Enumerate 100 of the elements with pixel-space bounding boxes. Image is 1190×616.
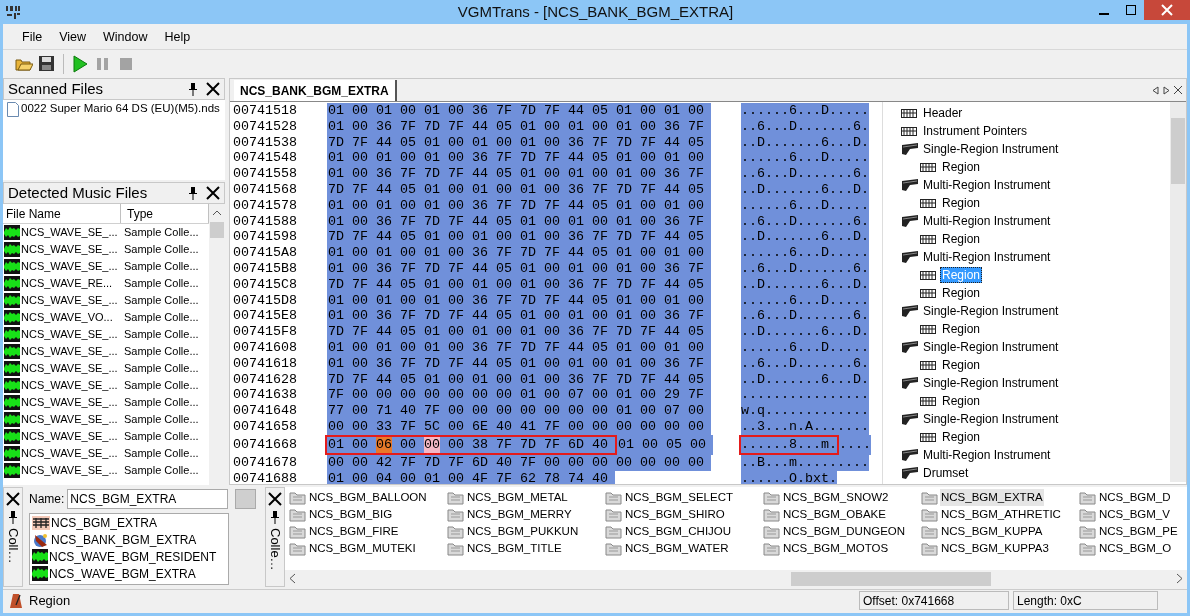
table-cell[interactable]: NCS_WAVE_SE_... [21,224,118,241]
tree-item[interactable]: Multi-Region Instrument [921,213,1053,229]
hex-byte[interactable]: 01 [519,166,543,182]
hex-byte[interactable]: 05 [591,103,615,119]
hex-byte[interactable]: 00 [567,403,591,419]
hex-byte[interactable]: 05 [495,166,519,182]
tree-item[interactable]: Multi-Region Instrument [921,447,1053,463]
hex-byte[interactable]: 01 [519,324,543,340]
hex-byte[interactable]: 7F [495,103,519,119]
column-header[interactable]: File Name [3,204,121,223]
list-item[interactable]: NCS_BGM_EXTRA [940,488,1044,507]
tree-item[interactable]: Single-Region Instrument [921,375,1061,391]
list-item[interactable]: NCS_BGM_BALLOON [308,488,428,507]
hex-byte[interactable]: 07 [663,403,687,419]
hex-byte[interactable]: 7F [543,436,567,453]
hex-byte[interactable]: 05 [687,229,711,246]
hex-byte[interactable]: 7D [327,229,351,246]
tree-item[interactable]: Instrument Pointers [921,123,1030,139]
hex-byte[interactable]: 00 [591,308,615,325]
hex-byte[interactable]: 00 [447,403,471,419]
tab-left-icon[interactable] [1152,85,1159,95]
hex-byte[interactable]: 77 [327,403,351,419]
hex-byte[interactable]: 36 [663,166,687,182]
hex-byte[interactable]: 7F [687,166,711,182]
list-item[interactable]: NCS_BGM_O [1098,539,1173,558]
list-item[interactable]: NCS_BGM_METAL [466,488,569,507]
hex-byte[interactable]: 00 [423,436,447,453]
hex-byte[interactable]: 7F [423,403,447,419]
hex-byte[interactable]: 01 [471,324,495,340]
hex-byte[interactable]: 01 [663,103,687,119]
hex-byte[interactable]: 00 [591,403,615,419]
hex-byte[interactable]: 29 [663,387,687,404]
hex-byte[interactable]: 00 [351,403,375,419]
hex-byte[interactable]: 01 [327,308,351,325]
hex-byte[interactable]: 00 [399,103,423,119]
hex-byte[interactable]: 01 [375,103,399,119]
close-icon[interactable] [1174,86,1182,94]
tree-item[interactable]: Single-Region Instrument [921,339,1061,355]
list-item[interactable]: NCS_WAVE_BGM_EXTRA [49,564,196,583]
hex-byte[interactable]: 00 [351,245,375,261]
hex-byte[interactable]: 00 [687,150,711,167]
hex-byte[interactable]: 40 [399,403,423,419]
hex-byte[interactable]: 00 [447,436,471,453]
hex-byte[interactable]: 36 [663,308,687,325]
table-cell[interactable]: NCS_WAVE_RE... [21,275,113,292]
hex-byte[interactable]: 00 [399,436,423,453]
hex-byte[interactable]: 7F [495,245,519,261]
table-cell[interactable]: NCS_WAVE_SE_... [21,360,118,377]
tree-item[interactable]: Multi-Region Instrument [921,177,1053,193]
hex-byte[interactable]: 7F [327,387,351,404]
hex-byte[interactable]: 6D [567,436,591,453]
hex-byte[interactable]: 01 [615,103,639,119]
hex-byte[interactable]: 7F [399,308,423,325]
list-item[interactable]: NCS_BGM_MOTOS [782,539,890,558]
hex-byte[interactable]: 00 [351,103,375,119]
hex-byte[interactable]: 00 [399,150,423,167]
hex-byte[interactable]: 44 [663,324,687,340]
hex-byte[interactable]: 36 [471,103,495,119]
table-cell[interactable]: NCS_WAVE_SE_... [21,411,118,428]
hex-byte[interactable]: 44 [567,150,591,167]
tree-item[interactable]: Drumset [921,465,971,481]
hex-byte[interactable]: 00 [689,434,713,455]
hex-byte[interactable]: 7F [543,245,567,261]
tree-item[interactable]: Region [940,195,983,211]
hex-byte[interactable]: 00 [687,403,711,419]
hex-byte[interactable]: 7F [495,436,519,453]
document-tab[interactable]: NCS_BANK_BGM_EXTRA [234,80,397,101]
hex-byte[interactable]: 00 [351,308,375,325]
list-item[interactable]: NCS_BGM_ATHRETIC [940,505,1062,524]
close-icon[interactable] [206,82,220,96]
hex-byte[interactable]: 00 [639,166,663,182]
table-cell[interactable]: NCS_WAVE_SE_... [21,241,118,258]
hex-byte[interactable]: 7F [543,150,567,167]
hex-byte[interactable]: 01 [519,308,543,325]
table-cell[interactable]: NCS_WAVE_SE_... [21,394,118,411]
list-item[interactable]: NCS_BGM_PE [1098,522,1179,541]
hex-byte[interactable]: 01 [327,103,351,119]
hex-byte[interactable]: 01 [663,245,687,261]
hex-byte[interactable]: 36 [375,308,399,325]
list-item[interactable]: NCS_BGM_MUTEKI [308,539,417,558]
hex-byte[interactable]: 7F [687,308,711,325]
menu-item[interactable]: File [15,28,50,47]
hex-byte[interactable]: 05 [495,308,519,325]
tree-item[interactable]: Multi-Region Instrument [921,249,1053,265]
hex-byte[interactable]: 7F [591,229,615,246]
hex-byte[interactable]: 00 [639,387,663,404]
tree-item[interactable]: Region [940,321,983,337]
scrollbar-thumb[interactable] [1171,118,1185,184]
hex-byte[interactable]: 7F [447,308,471,325]
tree-item[interactable]: Header [921,105,965,121]
hex-byte[interactable]: 00 [591,387,615,404]
tree-item[interactable]: Region [940,231,983,247]
hex-byte[interactable]: 05 [399,229,423,246]
hex-byte[interactable]: 01 [423,103,447,119]
hex-byte[interactable]: 7D [519,150,543,167]
hex-byte[interactable]: 01 [327,245,351,261]
hex-byte[interactable]: 00 [399,387,423,404]
hex-byte[interactable]: 07 [567,387,591,404]
table-cell[interactable]: NCS_WAVE_VO... [21,309,113,326]
hex-byte[interactable]: 7D [519,103,543,119]
